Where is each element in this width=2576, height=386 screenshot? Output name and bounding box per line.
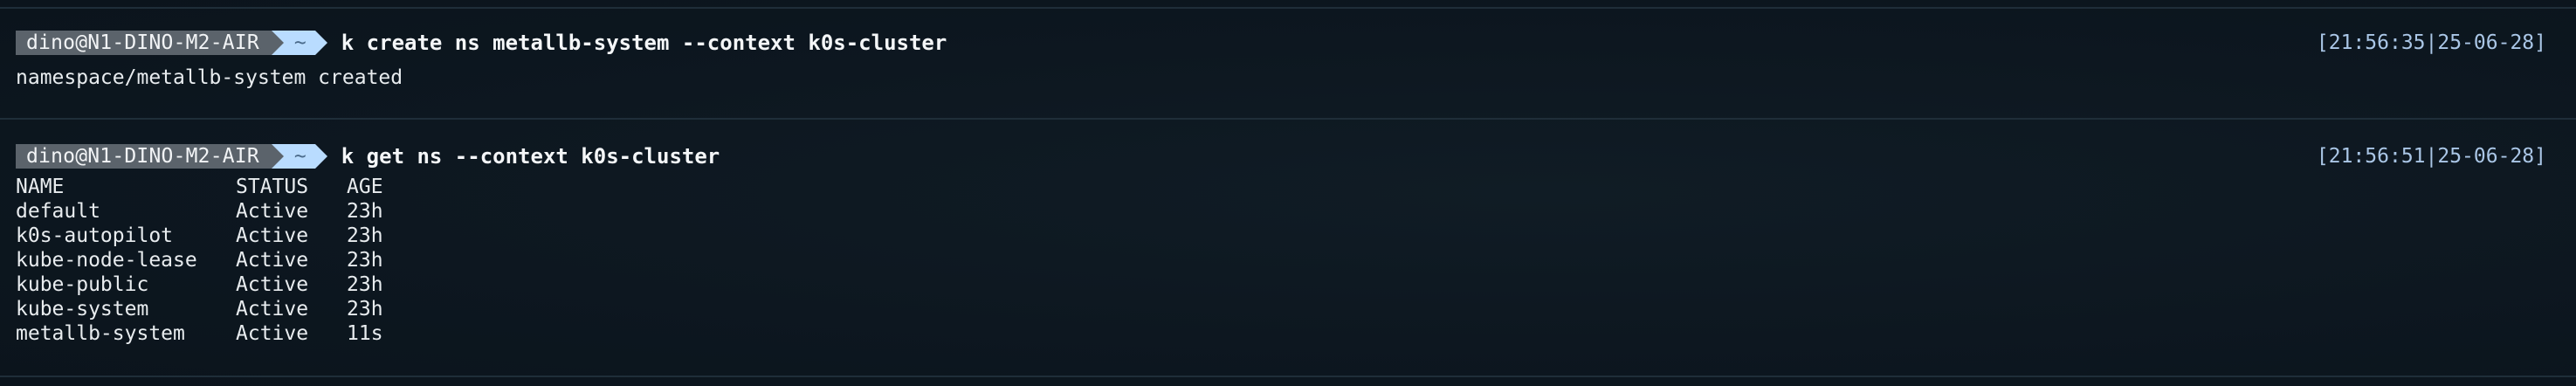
cell-status: Active <box>236 273 309 296</box>
prompt-end-arrow-icon <box>314 144 327 169</box>
cell-status: Active <box>236 322 309 345</box>
command-text[interactable]: k create ns metallb-system --context k0s… <box>341 31 947 55</box>
divider-bottom <box>0 376 2576 377</box>
divider-top <box>0 7 2576 9</box>
cell-status: Active <box>236 200 309 223</box>
table-row[interactable]: kube-node-lease Active 23h <box>16 248 417 272</box>
prompt-user-host: dino@N1-DINO-M2-AIR <box>16 144 272 169</box>
command-output[interactable]: namespace/metallb-system created <box>16 65 2560 90</box>
cell-age: 11s <box>347 322 383 345</box>
cell-status: Active <box>236 249 309 272</box>
cell-name: k0s-autopilot <box>16 224 174 247</box>
column-header-name: NAME <box>16 176 65 198</box>
cell-name: default <box>16 200 100 223</box>
cell-name: kube-system <box>16 298 149 321</box>
cell-status: Active <box>236 224 309 247</box>
table-header-row: NAME STATUS AGE <box>16 175 417 199</box>
prompt-line: dino@N1-DINO-M2-AIR ~ k get ns --context… <box>16 143 2560 169</box>
cell-age: 23h <box>347 273 383 296</box>
cell-age: 23h <box>347 298 383 321</box>
prompt-directory: ~ <box>283 31 315 55</box>
cell-name: kube-node-lease <box>16 249 197 272</box>
cell-age: 23h <box>347 249 383 272</box>
prompt-separator-icon <box>271 144 284 169</box>
prompt-directory: ~ <box>283 144 315 169</box>
command-block-2: dino@N1-DINO-M2-AIR ~ k get ns --context… <box>16 143 2560 346</box>
cell-name: metallb-system <box>16 322 185 345</box>
table-row[interactable]: kube-system Active 23h <box>16 297 417 321</box>
table-row[interactable]: kube-public Active 23h <box>16 272 417 297</box>
column-header-status: STATUS <box>236 176 309 198</box>
prompt-user-host: dino@N1-DINO-M2-AIR <box>16 31 272 55</box>
column-header-age: AGE <box>347 176 383 198</box>
namespace-table: NAME STATUS AGE default Active 23h k0s-a… <box>16 175 417 346</box>
prompt-separator-icon <box>271 31 284 55</box>
cell-age: 23h <box>347 224 383 247</box>
prompt-line: dino@N1-DINO-M2-AIR ~ k create ns metall… <box>16 30 2560 56</box>
timestamp: [21:56:35|25-06-28] <box>2316 31 2546 54</box>
table-row[interactable]: metallb-system Active 11s <box>16 321 417 346</box>
prompt-end-arrow-icon <box>314 31 327 55</box>
table-row[interactable]: k0s-autopilot Active 23h <box>16 224 417 248</box>
divider-middle <box>0 118 2576 120</box>
command-text[interactable]: k get ns --context k0s-cluster <box>341 144 720 169</box>
table-row[interactable]: default Active 23h <box>16 199 417 224</box>
command-block-1: dino@N1-DINO-M2-AIR ~ k create ns metall… <box>16 30 2560 90</box>
cell-age: 23h <box>347 200 383 223</box>
cell-name: kube-public <box>16 273 149 296</box>
cell-status: Active <box>236 298 309 321</box>
timestamp: [21:56:51|25-06-28] <box>2316 145 2546 168</box>
